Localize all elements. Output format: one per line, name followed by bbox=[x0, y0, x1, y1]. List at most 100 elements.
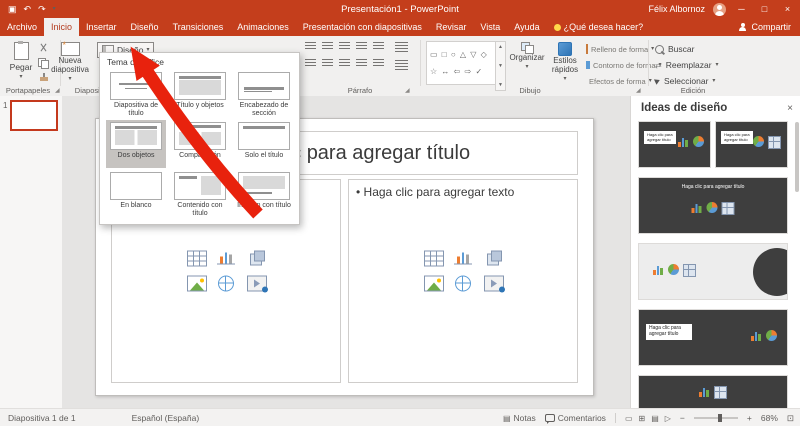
reading-view-icon[interactable]: ▤ bbox=[651, 414, 659, 423]
save-icon[interactable]: ▣ bbox=[8, 4, 17, 14]
shape-outline-button[interactable]: Contorno de forma ▾ bbox=[586, 59, 662, 71]
tab-inicio[interactable]: Inicio bbox=[44, 18, 80, 36]
slideshow-view-icon[interactable]: ▷ bbox=[665, 414, 671, 423]
drawing-dialog-launcher-icon[interactable]: ◢ bbox=[636, 87, 641, 94]
panel-close-icon[interactable]: × bbox=[787, 103, 793, 114]
replace-button[interactable]: ⇄ Reemplazar ▾ bbox=[655, 59, 719, 71]
fit-to-window-icon[interactable]: ⊡ bbox=[787, 413, 794, 424]
align-text-icon[interactable] bbox=[395, 60, 408, 70]
layout-option-comparison[interactable]: Comparación bbox=[170, 120, 230, 168]
insert-picture-icon[interactable] bbox=[424, 275, 444, 292]
zoom-out-button[interactable]: − bbox=[680, 413, 685, 423]
insert-table-icon[interactable] bbox=[187, 250, 207, 267]
shapes-gallery[interactable]: ▭ □ ○ △ ▽ ◇ ☆ ↔ ⇦ ⇨ ✓ bbox=[426, 41, 502, 85]
paragraph-dialog-launcher-icon[interactable]: ◢ bbox=[405, 87, 410, 94]
slide-sorter-view-icon[interactable]: ⊞ bbox=[639, 414, 646, 423]
tab-insertar[interactable]: Insertar bbox=[79, 18, 124, 36]
numbering-icon[interactable] bbox=[322, 42, 333, 51]
layout-option-content-caption[interactable]: Contenido con título bbox=[170, 170, 230, 218]
columns-icon[interactable] bbox=[373, 59, 384, 68]
undo-icon[interactable]: ↶ bbox=[24, 4, 32, 14]
language-indicator[interactable]: Español (España) bbox=[132, 413, 200, 423]
design-suggestion-thumbnail[interactable]: Haga clic para agregar título bbox=[639, 122, 710, 167]
tab-archivo[interactable]: Archivo bbox=[0, 18, 44, 36]
bullets-icon[interactable] bbox=[305, 42, 316, 51]
thumb-charts bbox=[653, 264, 696, 277]
justify-icon[interactable] bbox=[356, 59, 367, 68]
notes-button[interactable]: ▤ Notas bbox=[503, 413, 536, 423]
scroll-down-icon[interactable]: ▼ bbox=[498, 63, 503, 69]
layout-thumbnail bbox=[174, 172, 226, 200]
slide-thumbnail[interactable] bbox=[10, 100, 58, 131]
avatar[interactable] bbox=[713, 2, 726, 16]
insert-chart-icon[interactable] bbox=[217, 250, 235, 265]
tab-transiciones[interactable]: Transiciones bbox=[166, 18, 231, 36]
design-suggestion-thumbnail[interactable]: Haga clic para agregar título bbox=[639, 178, 787, 233]
tab-vista[interactable]: Vista bbox=[473, 18, 507, 36]
layout-option-picture-caption[interactable]: Imagen con título bbox=[234, 170, 294, 218]
insert-smartart-icon[interactable] bbox=[484, 250, 502, 266]
line-spacing-icon[interactable] bbox=[373, 42, 384, 51]
zoom-slider-thumb[interactable] bbox=[718, 414, 723, 422]
redo-icon[interactable]: ↷ bbox=[38, 4, 46, 14]
maximize-button[interactable]: □ bbox=[757, 4, 772, 14]
shapes-row-1: ▭ □ ○ △ ▽ ◇ bbox=[430, 50, 488, 59]
text-direction-icon[interactable] bbox=[395, 42, 408, 52]
find-button[interactable]: Buscar bbox=[655, 43, 694, 55]
shape-fill-button[interactable]: Relleno de forma ▾ bbox=[586, 43, 654, 55]
design-suggestion-thumbnail[interactable] bbox=[639, 244, 787, 299]
tab-animaciones[interactable]: Animaciones bbox=[230, 18, 296, 36]
insert-video-icon[interactable] bbox=[247, 275, 268, 293]
insert-online-picture-icon[interactable] bbox=[455, 275, 471, 292]
insert-chart-icon[interactable] bbox=[454, 250, 472, 265]
insert-online-picture-icon[interactable] bbox=[218, 275, 234, 292]
normal-view-icon[interactable]: ▭ bbox=[625, 414, 633, 423]
group-separator bbox=[420, 40, 421, 86]
layout-option-section-header[interactable]: Encabezado de sección bbox=[234, 70, 294, 118]
layout-option-two-content[interactable]: Dos objetos bbox=[106, 120, 166, 168]
paragraph-icons bbox=[305, 42, 384, 76]
scroll-up-icon[interactable]: ▲ bbox=[498, 44, 503, 50]
design-suggestion-thumbnail[interactable]: Haga clic para agregar título bbox=[716, 122, 787, 167]
minimize-button[interactable]: ─ bbox=[734, 4, 749, 14]
mini-table-icon bbox=[683, 264, 696, 277]
zoom-level[interactable]: 68% bbox=[761, 413, 778, 423]
align-left-icon[interactable] bbox=[305, 59, 316, 68]
insert-video-icon[interactable] bbox=[484, 275, 505, 293]
insert-smartart-icon[interactable] bbox=[247, 250, 265, 266]
layout-thumbnail bbox=[238, 122, 290, 150]
tell-me-box[interactable]: ¿Qué desea hacer? bbox=[547, 18, 651, 36]
align-right-icon[interactable] bbox=[339, 59, 350, 68]
insert-table-icon[interactable] bbox=[424, 250, 444, 267]
layout-option-title-content[interactable]: Título y objetos bbox=[170, 70, 230, 118]
zoom-in-button[interactable]: + bbox=[747, 413, 752, 423]
status-bar: Diapositiva 1 de 1 Español (España) ▤ No… bbox=[0, 408, 800, 426]
drawing-group-label: Dibujo bbox=[519, 86, 541, 95]
qat-more-icon[interactable]: ▾ bbox=[53, 6, 56, 12]
layout-option-title-slide[interactable]: Diapositiva de título bbox=[106, 70, 166, 118]
insert-picture-icon[interactable] bbox=[187, 275, 207, 292]
user-name[interactable]: Félix Albornoz bbox=[648, 4, 705, 14]
increase-indent-icon[interactable] bbox=[356, 42, 367, 51]
tab-revisar[interactable]: Revisar bbox=[429, 18, 474, 36]
close-button[interactable]: × bbox=[780, 4, 795, 14]
decrease-indent-icon[interactable] bbox=[339, 42, 350, 51]
zoom-slider[interactable] bbox=[693, 414, 738, 422]
quick-styles-label: Estilos rápidos bbox=[551, 56, 579, 74]
tab-presentacion[interactable]: Presentación con diapositivas bbox=[296, 18, 429, 36]
select-label: Seleccionar bbox=[664, 76, 709, 86]
tab-ayuda[interactable]: Ayuda bbox=[507, 18, 546, 36]
comments-button[interactable]: Comentarios bbox=[544, 413, 606, 424]
thumb-charts bbox=[691, 202, 735, 215]
share-button[interactable]: Compartir bbox=[738, 18, 800, 36]
design-ideas-panel: Ideas de diseño × Haga clic para agregar… bbox=[630, 96, 800, 408]
align-center-icon[interactable] bbox=[322, 59, 333, 68]
layout-option-title-only[interactable]: Solo el título bbox=[234, 120, 294, 168]
design-suggestion-thumbnail[interactable] bbox=[639, 376, 787, 408]
panel-scrollbar[interactable] bbox=[795, 122, 799, 192]
tab-diseno[interactable]: Diseño bbox=[124, 18, 166, 36]
shapes-gallery-scroll[interactable]: ▲ ▼ ▼ bbox=[495, 41, 506, 91]
layout-option-blank[interactable]: En blanco bbox=[106, 170, 166, 218]
content-placeholder-right[interactable]: • Haga clic para agregar texto bbox=[348, 179, 578, 383]
design-suggestion-thumbnail[interactable]: Haga clic para agregar título bbox=[639, 310, 787, 365]
